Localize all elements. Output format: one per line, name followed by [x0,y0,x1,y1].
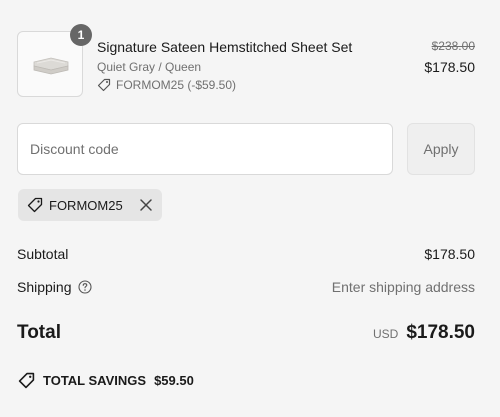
applied-code-label: FORMOM25 [49,197,123,213]
shipping-label: Shipping [17,279,72,295]
product-title: Signature Sateen Hemstitched Sheet Set [97,39,353,55]
line-item: 1 Signature Sateen Hemstitched Sheet Set… [17,24,475,99]
folded-sheets-icon [33,57,69,75]
apply-button[interactable]: Apply [407,123,475,175]
remove-discount-button[interactable] [139,198,153,212]
quantity-badge: 1 [70,24,92,46]
total-label: Total [17,322,61,343]
item-discount-label: FORMOM25 (-$59.50) [116,78,237,92]
product-variant: Quiet Gray / Queen [97,60,202,74]
item-price: $178.50 [424,59,475,75]
tag-icon [97,78,111,92]
shipping-value: Enter shipping address [331,279,475,295]
subtotal-row: Subtotal $178.50 [17,246,475,262]
applied-discount-chip: FORMOM25 [18,189,162,221]
total-amount: $178.50 [406,322,475,343]
subtotal-label: Subtotal [17,246,69,262]
tag-icon [27,197,43,213]
help-circle-icon[interactable] [77,280,92,294]
tag-icon [18,372,35,389]
item-discount: FORMOM25 (-$59.50) [97,78,236,92]
product-thumbnail: 1 [17,24,92,97]
savings-label: TOTAL SAVINGS [43,373,147,388]
currency-code: USD [372,327,399,341]
shipping-row: Shipping Enter shipping address [17,279,475,295]
close-icon [140,199,152,211]
total-row: Total USD $178.50 [17,322,475,344]
savings-value: $59.50 [154,373,194,388]
discount-code-input[interactable] [17,123,393,175]
subtotal-value: $178.50 [424,246,475,262]
original-price: $238.00 [431,39,475,53]
total-savings: TOTAL SAVINGS $59.50 [18,372,194,389]
